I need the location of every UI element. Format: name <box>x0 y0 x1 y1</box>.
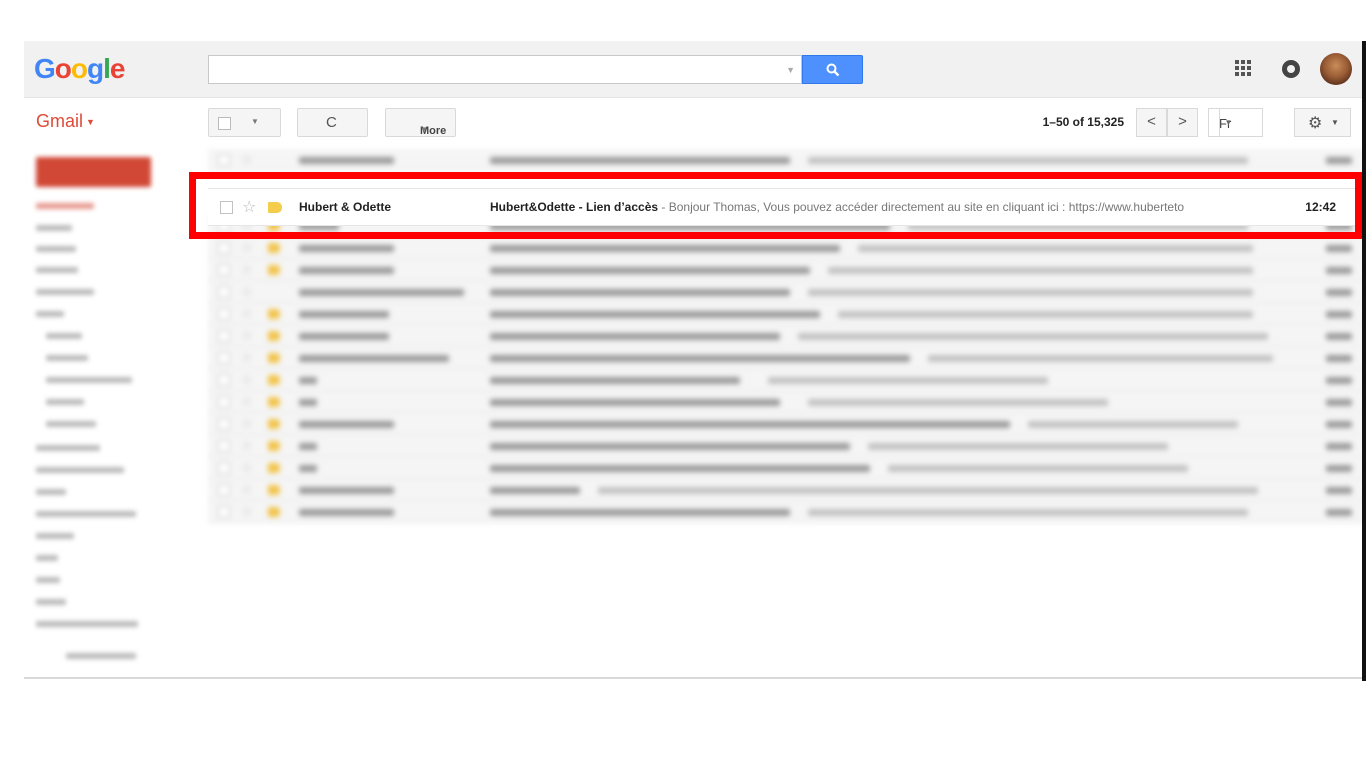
sidebar-item[interactable] <box>36 311 64 317</box>
gmail-menu[interactable]: Gmail ▼ <box>36 111 95 132</box>
gmail-window: Google ▼ Gmail ▼ ▼ C More ▼ 1–50 of 15,32 <box>24 41 1366 681</box>
star-icon[interactable]: ☆ <box>242 197 256 217</box>
email-row[interactable]: ☆ <box>208 435 1366 457</box>
pagination-count: 1–50 of 15,325 <box>1042 115 1124 129</box>
window-right-edge <box>1362 41 1366 681</box>
avatar[interactable] <box>1320 53 1352 85</box>
settings-button[interactable]: ⚙ ▼ <box>1294 108 1351 137</box>
email-select-checkbox[interactable] <box>220 201 233 214</box>
sidebar-item[interactable] <box>36 267 78 273</box>
search-icon <box>826 63 840 77</box>
older-page-button[interactable]: > <box>1167 108 1198 137</box>
sidebar-item[interactable] <box>46 399 84 405</box>
gmail-menu-label: Gmail <box>36 111 84 131</box>
email-row[interactable]: ☆ <box>208 325 1366 347</box>
checkbox-icon <box>218 117 231 130</box>
top-bar: Google ▼ <box>24 41 1366 98</box>
sidebar-item[interactable] <box>36 533 74 539</box>
email-row[interactable]: ☆ <box>208 479 1366 501</box>
email-row[interactable]: ☆ <box>208 303 1366 325</box>
email-row[interactable]: ☆ <box>208 501 1366 523</box>
compose-button[interactable] <box>36 157 151 187</box>
refresh-icon: C <box>326 114 337 131</box>
notifications-icon[interactable] <box>1282 60 1300 78</box>
chevron-down-icon[interactable]: ▼ <box>1219 109 1237 136</box>
sidebar-item[interactable] <box>36 621 138 627</box>
email-row[interactable]: ☆ <box>208 237 1366 259</box>
search-options-dropdown-icon[interactable]: ▼ <box>786 65 795 75</box>
sidebar-item[interactable] <box>36 599 66 605</box>
newer-page-button[interactable]: < <box>1136 108 1167 137</box>
email-list: ☆ ☆ ☆ ☆ ☆ ☆ ☆ ☆ ☆ ☆ ☆ ☆ ☆ ☆ ☆ <box>208 149 1366 681</box>
search-button[interactable] <box>802 55 863 84</box>
search-input[interactable]: ▼ <box>208 55 802 84</box>
sidebar-item[interactable] <box>36 467 124 473</box>
refresh-button[interactable]: C <box>297 108 368 137</box>
important-marker-icon[interactable] <box>268 202 282 213</box>
select-all-checkbox-button[interactable]: ▼ <box>208 108 281 137</box>
sidebar-item[interactable] <box>36 555 58 561</box>
email-row[interactable]: ☆ <box>208 281 1366 303</box>
sidebar-item[interactable] <box>36 289 94 295</box>
email-subject-snippet: Hubert&Odette - Lien d’accès - Bonjour T… <box>490 200 1184 214</box>
gear-icon: ⚙ <box>1308 115 1323 132</box>
input-language-button[interactable]: Fr ▼ <box>1208 108 1263 137</box>
email-row[interactable]: ☆ <box>208 259 1366 281</box>
sidebar-item[interactable] <box>36 489 66 495</box>
sidebar-item[interactable] <box>36 203 94 209</box>
apps-grid-icon[interactable] <box>1235 60 1253 78</box>
chevron-down-icon: ▼ <box>251 117 259 126</box>
email-time: 12:42 <box>1305 200 1336 214</box>
sidebar-item[interactable] <box>36 225 72 231</box>
email-row-focused[interactable]: ☆ Hubert & Odette Hubert&Odette - Lien d… <box>208 188 1366 226</box>
chevron-down-icon: ▼ <box>1331 118 1339 127</box>
email-snippet: - Bonjour Thomas, Vous pouvez accéder di… <box>658 200 1185 214</box>
sidebar-footer-icons[interactable] <box>66 653 136 659</box>
window-bottom-edge <box>24 677 1366 679</box>
sidebar-item[interactable] <box>46 377 132 383</box>
email-row[interactable]: ☆ <box>208 413 1366 435</box>
email-row[interactable]: ☆ <box>208 347 1366 369</box>
sidebar-item[interactable] <box>36 445 100 451</box>
sidebar-item[interactable] <box>36 511 136 517</box>
email-sender: Hubert & Odette <box>299 200 392 214</box>
more-button[interactable]: More ▼ <box>385 108 456 137</box>
email-subject: Hubert&Odette - Lien d’accès <box>490 200 659 214</box>
sidebar-item[interactable] <box>46 421 96 427</box>
email-row[interactable]: ☆ <box>208 369 1366 391</box>
sidebar-item[interactable] <box>46 355 88 361</box>
chevron-down-icon: ▼ <box>86 117 95 128</box>
sidebar <box>24 149 184 681</box>
email-row[interactable]: ☆ <box>208 149 1366 171</box>
sidebar-item[interactable] <box>36 577 60 583</box>
email-row[interactable]: ☆ <box>208 391 1366 413</box>
sidebar-item[interactable] <box>46 333 82 339</box>
sidebar-item[interactable] <box>36 246 76 252</box>
google-logo[interactable]: Google <box>34 53 125 85</box>
email-row[interactable]: ☆ <box>208 457 1366 479</box>
